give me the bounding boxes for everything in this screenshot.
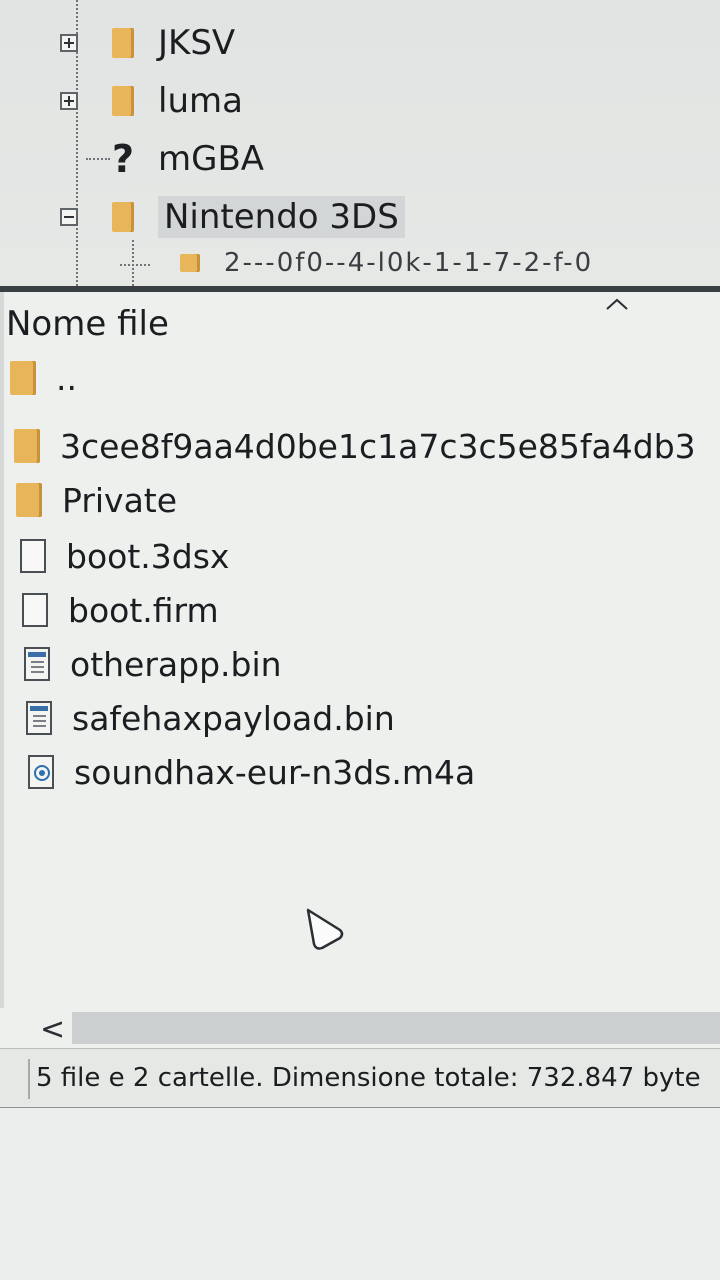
binary-file-icon: [26, 701, 52, 735]
tree-node-nintendo-3ds[interactable]: Nintendo 3DS: [60, 194, 405, 240]
list-item[interactable]: Private: [16, 476, 177, 524]
sort-ascending-icon: [606, 298, 628, 310]
collapse-icon[interactable]: [60, 208, 78, 226]
status-text: 5 file e 2 cartelle. Dimensione totale: …: [36, 1063, 701, 1093]
tree-node-jksv[interactable]: JKSV: [60, 20, 235, 66]
folder-icon: [14, 429, 40, 463]
media-file-icon: [28, 755, 54, 789]
tree-node-child[interactable]: 2---0f0--4-l0k-1-1-7-2-f-0: [120, 248, 594, 278]
file-name: boot.3dsx: [66, 536, 230, 576]
status-bar: 5 file e 2 cartelle. Dimensione totale: …: [0, 1048, 720, 1109]
folder-icon: [112, 202, 134, 232]
scroll-left-icon[interactable]: <: [40, 1012, 65, 1047]
tree-node-label: 2---0f0--4-l0k-1-1-7-2-f-0: [224, 248, 594, 278]
mouse-pointer-icon: [306, 908, 344, 950]
folder-icon: [10, 361, 36, 395]
tree-node-luma[interactable]: luma: [60, 78, 243, 124]
column-header-filename[interactable]: Nome file: [0, 292, 720, 356]
file-name: Private: [62, 480, 178, 520]
list-item[interactable]: soundhax-eur-n3ds.m4a: [28, 748, 475, 796]
folder-icon: [112, 86, 134, 116]
file-name: safehaxpayload.bin: [72, 698, 395, 738]
question-mark-icon: ?: [112, 137, 135, 181]
tree-node-label: mGBA: [158, 139, 265, 179]
file-name: ..: [56, 358, 77, 398]
status-separator: [28, 1059, 30, 1099]
file-name: boot.firm: [68, 590, 219, 630]
list-item[interactable]: boot.3dsx: [20, 532, 229, 580]
list-item[interactable]: boot.firm: [22, 586, 219, 634]
file-name: soundhax-eur-n3ds.m4a: [74, 752, 476, 792]
file-list: Nome file .. 3cee8f9aa4d0be1c1a7c3c5e85f…: [0, 292, 720, 1008]
list-item[interactable]: 3cee8f9aa4d0be1c1a7c3c5e85fa4db3: [14, 422, 696, 470]
horizontal-scrollbar[interactable]: <: [0, 1008, 720, 1048]
file-name: otherapp.bin: [70, 644, 282, 684]
folder-icon: [180, 254, 200, 272]
file-name: 3cee8f9aa4d0be1c1a7c3c5e85fa4db3: [60, 426, 696, 466]
file-icon: [20, 539, 46, 573]
folder-icon: [112, 28, 134, 58]
scrollbar-track[interactable]: [72, 1012, 720, 1044]
list-item[interactable]: otherapp.bin: [24, 640, 282, 688]
tree-node-mgba[interactable]: ? mGBA: [60, 136, 264, 182]
expand-icon[interactable]: [60, 34, 78, 52]
folder-tree: JKSV luma ? mGBA Nintendo 3DS 2---0f0--4…: [0, 0, 720, 286]
tree-node-label: Nintendo 3DS: [158, 196, 405, 238]
file-icon: [22, 593, 48, 627]
column-header-label: Nome file: [6, 304, 169, 344]
list-border: [0, 292, 4, 1052]
binary-file-icon: [24, 647, 50, 681]
tree-node-label: luma: [158, 81, 243, 121]
folder-icon: [16, 483, 42, 517]
list-item[interactable]: safehaxpayload.bin: [26, 694, 395, 742]
list-item-parent[interactable]: ..: [10, 354, 77, 402]
expand-icon[interactable]: [60, 92, 78, 110]
window-background: [0, 1108, 720, 1280]
tree-node-label: JKSV: [158, 23, 236, 63]
